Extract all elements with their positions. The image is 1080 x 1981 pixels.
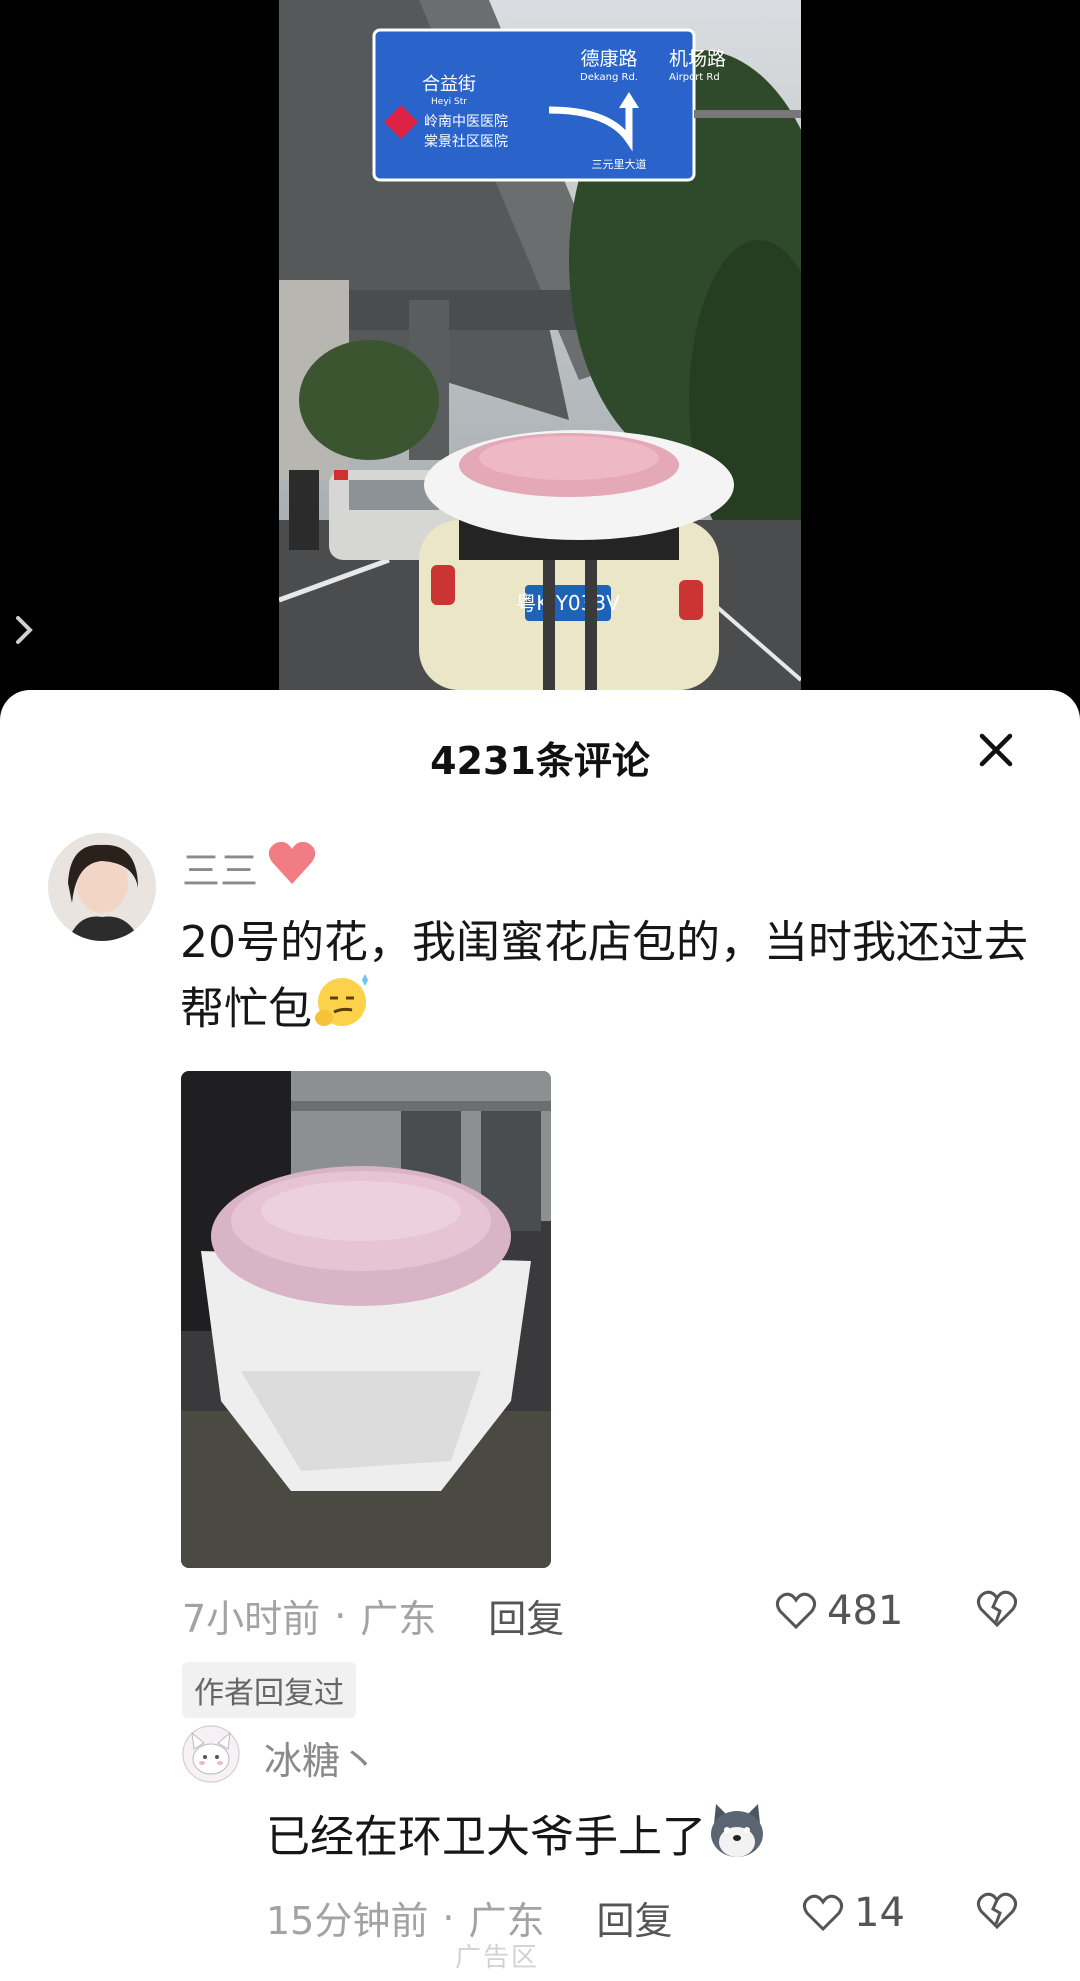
svg-text:Heyi Str: Heyi Str [431, 97, 467, 107]
svg-text:机场路: 机场路 [669, 48, 726, 70]
comment-text: 20号的花，我闺蜜花店包的，当时我还过去帮忙包 [180, 912, 1030, 1049]
heart-outline-icon [802, 1894, 844, 1932]
separator-dot: · [442, 1895, 455, 1940]
street-scene-image: 粤K·Y033V 德康路 机场路 Dekang Rd. Airport Rd 合… [279, 0, 801, 690]
smirk-emoji-icon [312, 974, 370, 1049]
svg-text:德康路: 德康路 [580, 48, 637, 70]
comment-meta: 7小时前 · 广东 回复 [182, 1588, 564, 1643]
heart-emoji-icon [266, 840, 318, 895]
svg-text:三元里大道: 三元里大道 [592, 157, 647, 171]
like-button[interactable]: 14 [802, 1890, 905, 1936]
separator-dot: · [334, 1593, 347, 1638]
video-frame[interactable]: 粤K·Y033V 德康路 机场路 Dekang Rd. Airport Rd 合… [279, 0, 801, 690]
watermark: 广告区 [455, 1943, 540, 1973]
comment-location: 广东 [360, 1597, 437, 1641]
reply-text: 已经在环卫大爷手上了 [266, 1802, 768, 1877]
svg-text:粤K·Y033V: 粤K·Y033V [516, 591, 620, 615]
like-count: 481 [827, 1588, 904, 1634]
comment-time: 7小时前 [182, 1597, 321, 1641]
comment-sheet: 4231条评论 三三 20号的花，我闺蜜花店包的，当时我还过去帮忙包 7小时前 … [0, 690, 1080, 1981]
video-player[interactable]: 粤K·Y033V 德康路 机场路 Dekang Rd. Airport Rd 合… [0, 0, 1080, 690]
reply-button[interactable]: 回复 [596, 1890, 672, 1945]
reply-button[interactable]: 回复 [488, 1588, 564, 1643]
broken-heart-icon[interactable] [976, 1590, 1018, 1632]
svg-text:Airport Rd: Airport Rd [669, 72, 720, 83]
author-replied-badge: 作者回复过 [182, 1662, 356, 1718]
svg-text:棠景社区医院: 棠景社区医院 [424, 134, 508, 150]
svg-text:Dekang Rd.: Dekang Rd. [580, 72, 638, 83]
comment-count-title: 4231条评论 [430, 739, 650, 783]
svg-text:合益街: 合益街 [422, 74, 476, 95]
broken-heart-icon[interactable] [976, 1892, 1018, 1934]
username-text: 三三 [182, 849, 259, 893]
like-count: 14 [854, 1890, 905, 1936]
close-icon[interactable] [970, 724, 1022, 776]
comment-image-flowers[interactable] [181, 1071, 551, 1568]
comment-time: 15分钟前 [266, 1899, 429, 1943]
chevron-right-icon[interactable] [10, 610, 40, 650]
doge-emoji-icon [706, 1802, 768, 1877]
like-button[interactable]: 481 [775, 1588, 903, 1634]
avatar[interactable] [182, 1725, 240, 1783]
avatar[interactable] [48, 833, 156, 941]
reply-username[interactable]: 冰糖丶 [264, 1730, 378, 1785]
comment-username[interactable]: 三三 [182, 840, 318, 895]
svg-text:岭南中医医院: 岭南中医医院 [424, 114, 508, 130]
heart-outline-icon [775, 1592, 817, 1630]
